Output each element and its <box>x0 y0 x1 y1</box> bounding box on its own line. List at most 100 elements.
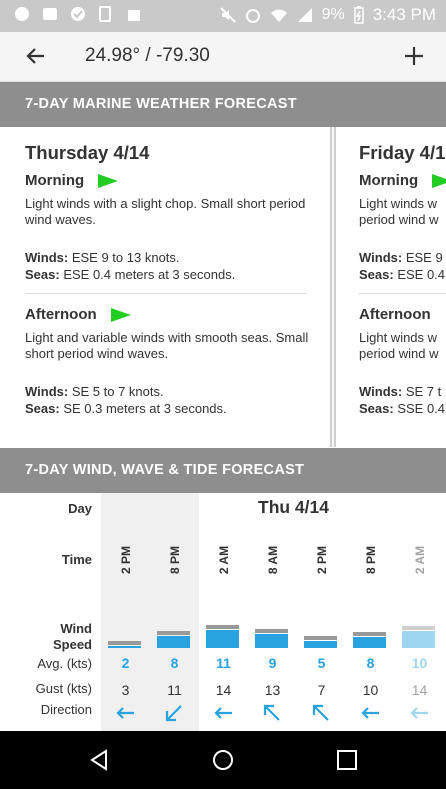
period-name: Morning <box>359 172 419 189</box>
divider <box>25 293 307 294</box>
period-description: Light winds w period wind w <box>359 196 439 227</box>
time-label: 8 PM <box>364 546 378 575</box>
period-name: Afternoon <box>359 306 431 323</box>
label-gust: Gust (kts) <box>35 681 92 696</box>
forecast-column: 8 PM 8 10 <box>346 493 395 731</box>
time-label: 2 AM <box>217 545 231 575</box>
status-bar: 9% 3:43 PM <box>0 0 446 32</box>
label-direction: Direction <box>40 702 92 717</box>
gust-bar <box>304 636 337 640</box>
time-cell: 2 PM <box>297 541 346 581</box>
mute-icon <box>219 7 236 23</box>
battery-percent: 9% <box>321 6 345 23</box>
forecast-card[interactable]: Thursday 4/14 Morning Light winds with a… <box>0 127 332 447</box>
avg-wind-value: 10 <box>411 655 428 671</box>
tablet-icon <box>99 6 111 22</box>
label-day: Day <box>68 501 92 516</box>
forecast-day: Thursday 4/14 <box>25 142 150 163</box>
arrow-up-left-icon <box>312 704 329 721</box>
forecast-column: 2 PM 5 7 <box>297 493 346 731</box>
time-cell: 8 PM <box>346 541 395 581</box>
seas-line: Seas: ESE 0.4 meters at 3 seconds. <box>25 267 236 282</box>
gust-bar <box>206 625 239 629</box>
plus-icon[interactable] <box>402 44 426 68</box>
check-icon <box>71 7 85 21</box>
arrow-left-icon <box>214 707 232 719</box>
wind-forecast-table[interactable]: 2 PM 2 3 8 PM 8 11 2 AM 11 14 8 AM 9 13 2 PM 5 7 8 PM 8 1… <box>0 493 446 731</box>
notification-icon <box>15 7 29 21</box>
wind-speed-bar <box>108 646 141 648</box>
system-nav-bar <box>0 731 446 789</box>
forecast-column: 8 AM 9 13 <box>248 493 297 731</box>
green-flag-icon <box>110 307 131 322</box>
wind-speed-bar <box>255 634 288 648</box>
bag-icon <box>128 10 140 21</box>
clock: 3:43 PM <box>372 5 436 24</box>
gust-bar <box>353 632 386 636</box>
winds-line: Winds: SE 5 to 7 knots. <box>25 384 164 399</box>
home-circle-icon[interactable] <box>212 749 234 771</box>
gust-bar <box>402 626 435 630</box>
forecast-column: 2 AM 11 14 <box>199 493 248 731</box>
green-flag-icon <box>432 173 446 188</box>
wind-forecast-header: 7-DAY WIND, WAVE & TIDE FORECAST <box>0 448 446 493</box>
period-heading: Morning <box>359 172 446 189</box>
gust-value: 11 <box>167 682 182 698</box>
seas-line: Seas: SE 0.3 meters at 3 seconds. <box>25 401 227 416</box>
time-label: 8 AM <box>266 545 280 575</box>
period-description: Light winds with a slight chop. Small sh… <box>25 196 306 227</box>
period-description: Light winds w period wind w <box>359 330 439 361</box>
avg-wind-value: 2 <box>121 655 130 671</box>
arrow-up-left-icon <box>263 704 280 721</box>
arrow-left-icon[interactable] <box>24 44 48 68</box>
label-time: Time <box>61 552 92 567</box>
label-avg: Avg. (kts) <box>37 656 92 671</box>
avg-wind-value: 8 <box>366 655 375 671</box>
label-wind: Wind <box>60 621 92 636</box>
page-title: 24.98° / -79.30 <box>85 45 210 66</box>
time-label: 2 PM <box>119 546 133 575</box>
day-label: Thu 4/14 <box>258 497 329 517</box>
gust-value: 10 <box>362 682 379 698</box>
gust-bar <box>108 641 141 645</box>
wind-speed-bar <box>402 631 435 648</box>
period-heading: Morning <box>25 172 315 189</box>
marine-forecast-carousel[interactable]: Thursday 4/14 Morning Light winds with a… <box>0 127 446 447</box>
back-triangle-icon[interactable] <box>88 749 110 771</box>
marine-forecast-header: 7-DAY MARINE WEATHER FORECAST <box>0 82 446 127</box>
period-name: Afternoon <box>25 306 97 323</box>
time-label: 2 AM <box>413 545 427 575</box>
forecast-column: 2 AM 10 14 <box>395 493 444 731</box>
avg-wind-value: 5 <box>317 655 326 671</box>
forecast-column: 8 PM 8 11 <box>150 493 199 731</box>
time-cell: 2 AM <box>199 541 248 581</box>
wind-speed-bar <box>353 637 386 648</box>
seas-line: Seas: ESE 0.4 <box>359 267 446 282</box>
winds-line: Winds: ESE 9 <box>359 250 443 265</box>
time-label: 8 PM <box>168 546 182 575</box>
alarm-icon <box>245 9 260 23</box>
arrow-down-left-icon <box>165 705 182 722</box>
avg-wind-value: 9 <box>268 655 277 671</box>
gust-value: 14 <box>411 682 428 698</box>
gust-value: 14 <box>215 682 232 698</box>
forecast-card[interactable]: Friday 4/1 Morning Light winds w period … <box>334 127 446 447</box>
green-flag-icon <box>98 173 119 188</box>
gust-value: 13 <box>264 682 281 698</box>
wind-speed-bar <box>206 630 239 648</box>
seas-line: Seas: SSE 0.4 <box>359 401 446 416</box>
time-cell: 2 AM <box>395 541 444 581</box>
gust-bar <box>255 629 288 633</box>
avg-wind-value: 11 <box>216 655 231 671</box>
time-label: 2 PM <box>315 546 329 575</box>
recents-square-icon[interactable] <box>336 749 358 771</box>
forecast-day: Friday 4/1 <box>359 142 446 163</box>
arrow-left-icon <box>361 707 379 719</box>
label-speed: Speed <box>52 637 92 652</box>
period-name: Morning <box>25 172 85 189</box>
winds-line: Winds: SE 7 t <box>359 384 442 399</box>
gust-value: 3 <box>121 682 130 698</box>
wind-speed-bar <box>304 641 337 648</box>
divider <box>359 293 446 294</box>
battery-icon <box>353 6 364 24</box>
